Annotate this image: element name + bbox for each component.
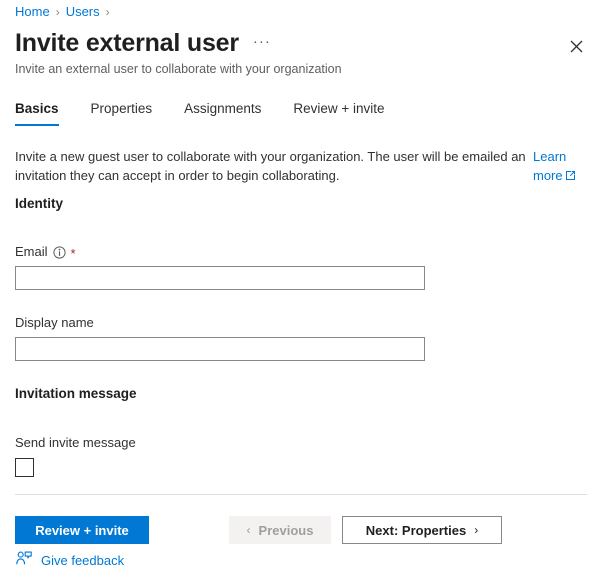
- invitation-message-section-heading: Invitation message: [15, 386, 137, 401]
- display-name-input[interactable]: [15, 337, 425, 361]
- review-invite-button[interactable]: Review + invite: [15, 516, 149, 544]
- page-title: Invite external user: [15, 29, 239, 57]
- breadcrumb-item-users[interactable]: Users: [66, 4, 100, 20]
- tab-properties[interactable]: Properties: [91, 100, 153, 126]
- give-feedback-label: Give feedback: [41, 553, 125, 568]
- intro-section: Invite a new guest user to collaborate w…: [15, 147, 583, 186]
- send-invite-message-checkbox[interactable]: [15, 458, 34, 477]
- email-label-text: Email: [15, 244, 48, 259]
- learn-more-link[interactable]: Learn more: [533, 147, 583, 186]
- page-header: Invite external user ···: [15, 28, 271, 58]
- identity-section-heading: Identity: [15, 196, 64, 211]
- footer-divider: [15, 494, 587, 495]
- feedback-person-icon: [16, 551, 32, 571]
- chevron-right-icon: ›: [474, 523, 479, 537]
- give-feedback-link[interactable]: Give feedback: [16, 551, 124, 571]
- tab-assignments[interactable]: Assignments: [184, 100, 261, 126]
- page-subtitle: Invite an external user to collaborate w…: [15, 62, 342, 76]
- external-link-icon: [565, 167, 576, 186]
- breadcrumb: Home › Users ›: [15, 4, 116, 20]
- previous-button-label: Previous: [258, 522, 314, 538]
- breadcrumb-item-home[interactable]: Home: [15, 4, 50, 20]
- more-options-button[interactable]: ···: [253, 34, 271, 49]
- learn-more-label: Learn more: [533, 149, 567, 183]
- info-icon[interactable]: [52, 246, 66, 259]
- next-properties-button[interactable]: Next: Properties ›: [342, 516, 502, 544]
- close-button[interactable]: [563, 33, 589, 59]
- email-input[interactable]: [15, 266, 425, 290]
- breadcrumb-chevron-icon: ›: [55, 5, 60, 19]
- next-button-label: Next: Properties: [365, 522, 467, 538]
- breadcrumb-chevron-icon: ›: [105, 5, 110, 19]
- chevron-left-icon: ‹: [246, 523, 251, 537]
- wizard-tablist: Basics Properties Assignments Review + i…: [15, 100, 598, 132]
- display-name-field-label: Display name: [15, 315, 94, 330]
- previous-button: ‹ Previous: [229, 516, 331, 544]
- email-field-label: Email *: [15, 243, 76, 260]
- tab-basics[interactable]: Basics: [15, 100, 59, 126]
- send-invite-message-label: Send invite message: [15, 435, 136, 450]
- tab-review-invite[interactable]: Review + invite: [293, 100, 384, 126]
- required-indicator: *: [70, 246, 76, 261]
- close-icon: [570, 40, 582, 52]
- intro-text: Invite a new guest user to collaborate w…: [15, 149, 526, 183]
- wizard-footer: Review + invite ‹ Previous Next: Propert…: [0, 516, 598, 546]
